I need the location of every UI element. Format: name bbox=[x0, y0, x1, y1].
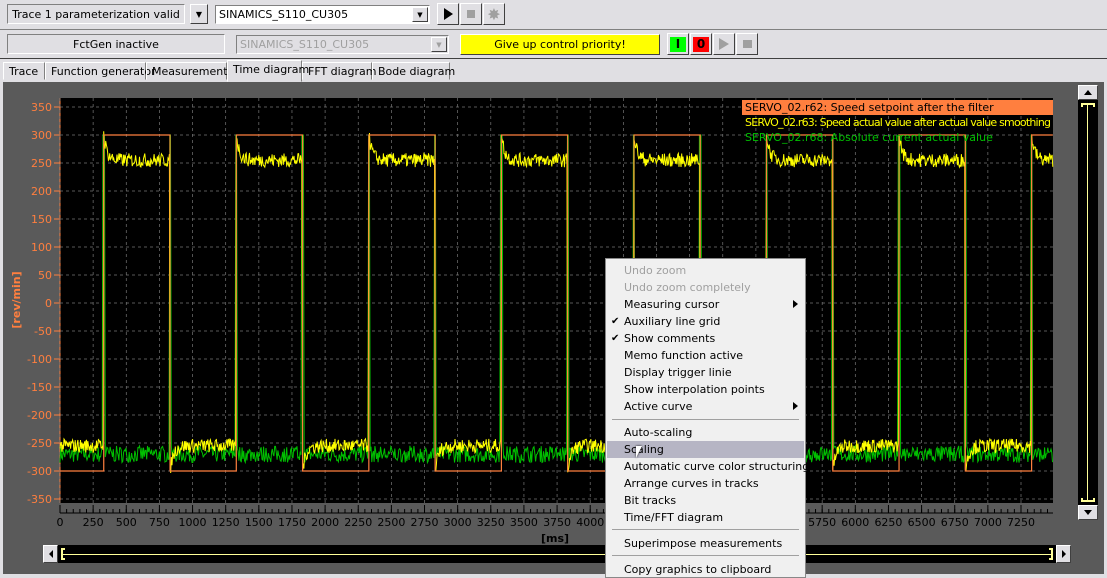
legend-entry: SERVO_02.r63: Speed actual value after a… bbox=[745, 116, 1051, 129]
menu-item-label: Show comments bbox=[624, 332, 716, 345]
x-axis-label: [ms] bbox=[541, 532, 569, 545]
y-tick-label: -300 bbox=[27, 465, 52, 478]
legend-entry: SERVO_02.r68: Absolute current actual va… bbox=[745, 131, 993, 144]
y-tick-label: -150 bbox=[27, 381, 52, 394]
x-tick-label: 2750 bbox=[411, 516, 439, 529]
menu-item-undo-zoom: Undo zoom bbox=[607, 262, 804, 279]
x-tick-label: 6000 bbox=[841, 516, 869, 529]
menu-separator bbox=[612, 529, 799, 530]
menu-item-time-fft-diagram[interactable]: Time/FFT diagram bbox=[607, 509, 804, 526]
x-tick-label: 3750 bbox=[543, 516, 571, 529]
menu-item-label: Show interpolation points bbox=[624, 383, 765, 396]
menu-item-label: Undo zoom bbox=[624, 264, 687, 277]
y-tick-label: -350 bbox=[27, 493, 52, 506]
menu-item-display-trigger-linie[interactable]: Display trigger linie bbox=[607, 364, 804, 381]
x-tick-label: 4000 bbox=[576, 516, 604, 529]
menu-item-superimpose-measurements[interactable]: Superimpose measurements bbox=[607, 535, 804, 552]
menu-item-label: Arrange curves in tracks bbox=[624, 477, 759, 490]
x-tick-label: 6750 bbox=[941, 516, 969, 529]
x-tick-label: 1750 bbox=[278, 516, 306, 529]
menu-item-label: Auxiliary line grid bbox=[624, 315, 721, 328]
x-tick-label: 1000 bbox=[179, 516, 207, 529]
y-tick-label: 100 bbox=[31, 241, 52, 254]
x-tick-label: 6500 bbox=[908, 516, 936, 529]
menu-item-label: Display trigger linie bbox=[624, 366, 732, 379]
tab-time-diagram[interactable]: Time diagram bbox=[227, 60, 309, 82]
menu-item-label: Active curve bbox=[624, 400, 693, 413]
x-tick-label: 3250 bbox=[477, 516, 505, 529]
menu-item-show-comments[interactable]: ✔ Show comments bbox=[607, 330, 804, 347]
x-tick-label: 6250 bbox=[874, 516, 902, 529]
x-tick-label: 2000 bbox=[311, 516, 339, 529]
x-tick-label: 750 bbox=[149, 516, 170, 529]
x-tick-label: 250 bbox=[83, 516, 104, 529]
x-tick-label: 7000 bbox=[974, 516, 1002, 529]
menu-item-active-curve[interactable]: Active curve bbox=[607, 398, 804, 415]
y-tick-label: 350 bbox=[31, 101, 52, 114]
menu-item-undo-zoom-completely: Undo zoom completely bbox=[607, 279, 804, 296]
triangle-left-icon bbox=[48, 550, 53, 558]
x-tick-label: 500 bbox=[116, 516, 137, 529]
menu-item-label: Undo zoom completely bbox=[624, 281, 751, 294]
x-tick-label: 3500 bbox=[510, 516, 538, 529]
x-tick-label: 1250 bbox=[212, 516, 240, 529]
triangle-up-icon bbox=[1084, 90, 1092, 95]
menu-item-label: Bit tracks bbox=[624, 494, 677, 507]
menu-item-show-interpolation-points[interactable]: Show interpolation points bbox=[607, 381, 804, 398]
checkmark-icon: ✔ bbox=[611, 316, 620, 327]
scroll-up-button[interactable] bbox=[1078, 85, 1098, 100]
x-tick-label: 2250 bbox=[344, 516, 372, 529]
x-tick-label: 3000 bbox=[444, 516, 472, 529]
checkmark-icon: ✔ bbox=[611, 333, 620, 344]
y-tick-label: 250 bbox=[31, 157, 52, 170]
menu-item-label: Copy graphics to clipboard bbox=[624, 563, 772, 576]
context-menu: Undo zoom Undo zoom completely Measuring c… bbox=[605, 258, 809, 578]
menu-item-label: Auto-scaling bbox=[624, 426, 693, 439]
y-tick-label: -250 bbox=[27, 437, 52, 450]
scroll-right-button[interactable] bbox=[1056, 545, 1071, 563]
y-tick-label: -200 bbox=[27, 409, 52, 422]
time-diagram-chart[interactable]: 350300250200150100500-50-100-150-200-250… bbox=[0, 0, 1107, 574]
menu-item-label: Scaling bbox=[624, 443, 664, 456]
x-tick-label: 5750 bbox=[808, 516, 836, 529]
menu-item-label: Automatic curve color structuring bbox=[624, 460, 810, 473]
menu-separator bbox=[612, 419, 799, 420]
menu-item-label: Memo function active bbox=[624, 349, 744, 362]
x-tick-label: 7250 bbox=[1007, 516, 1035, 529]
y-tick-label: -100 bbox=[27, 353, 52, 366]
legend-entry: SERVO_02.r62: Speed setpoint after the f… bbox=[745, 101, 994, 114]
menu-item-bit-tracks[interactable]: Bit tracks bbox=[607, 492, 804, 509]
y-tick-label: 0 bbox=[45, 297, 52, 310]
y-tick-label: -50 bbox=[34, 325, 52, 338]
x-tick-label: 0 bbox=[57, 516, 64, 529]
y-tick-label: 200 bbox=[31, 185, 52, 198]
submenu-arrow-icon bbox=[793, 300, 798, 308]
vertical-zoom-scrollbar[interactable] bbox=[1078, 100, 1098, 505]
horizontal-zoom-scrollbar[interactable] bbox=[58, 545, 1056, 563]
menu-item-label: Time/FFT diagram bbox=[624, 511, 724, 524]
x-tick-label: 2500 bbox=[377, 516, 405, 529]
menu-item-measuring-cursor[interactable]: Measuring cursor bbox=[607, 296, 804, 313]
y-tick-label: 50 bbox=[38, 269, 52, 282]
triangle-down-icon bbox=[1084, 510, 1092, 515]
x-tick-label: 1500 bbox=[245, 516, 273, 529]
triangle-right-icon bbox=[1061, 550, 1066, 558]
menu-item-auto-scaling[interactable]: Auto-scaling bbox=[607, 424, 804, 441]
menu-item-arrange-curves-in-tracks[interactable]: Arrange curves in tracks bbox=[607, 475, 804, 492]
y-tick-label: 150 bbox=[31, 213, 52, 226]
scroll-left-button[interactable] bbox=[43, 545, 58, 563]
menu-item-memo-function-active[interactable]: Memo function active bbox=[607, 347, 804, 364]
scroll-down-button[interactable] bbox=[1078, 505, 1098, 520]
mouse-cursor-icon bbox=[636, 446, 642, 458]
menu-separator bbox=[612, 555, 799, 556]
menu-item-auxiliary-line-grid[interactable]: ✔ Auxiliary line grid bbox=[607, 313, 804, 330]
y-tick-label: 300 bbox=[31, 129, 52, 142]
menu-item-label: Measuring cursor bbox=[624, 298, 720, 311]
y-axis-label: [rev/min] bbox=[10, 271, 23, 328]
menu-item-copy-graphics-to-clipboard[interactable]: Copy graphics to clipboard bbox=[607, 561, 804, 578]
menu-item-label: Superimpose measurements bbox=[624, 537, 783, 550]
menu-item-automatic-curve-color-structuring[interactable]: Automatic curve color structuring bbox=[607, 458, 809, 475]
submenu-arrow-icon bbox=[793, 402, 798, 410]
